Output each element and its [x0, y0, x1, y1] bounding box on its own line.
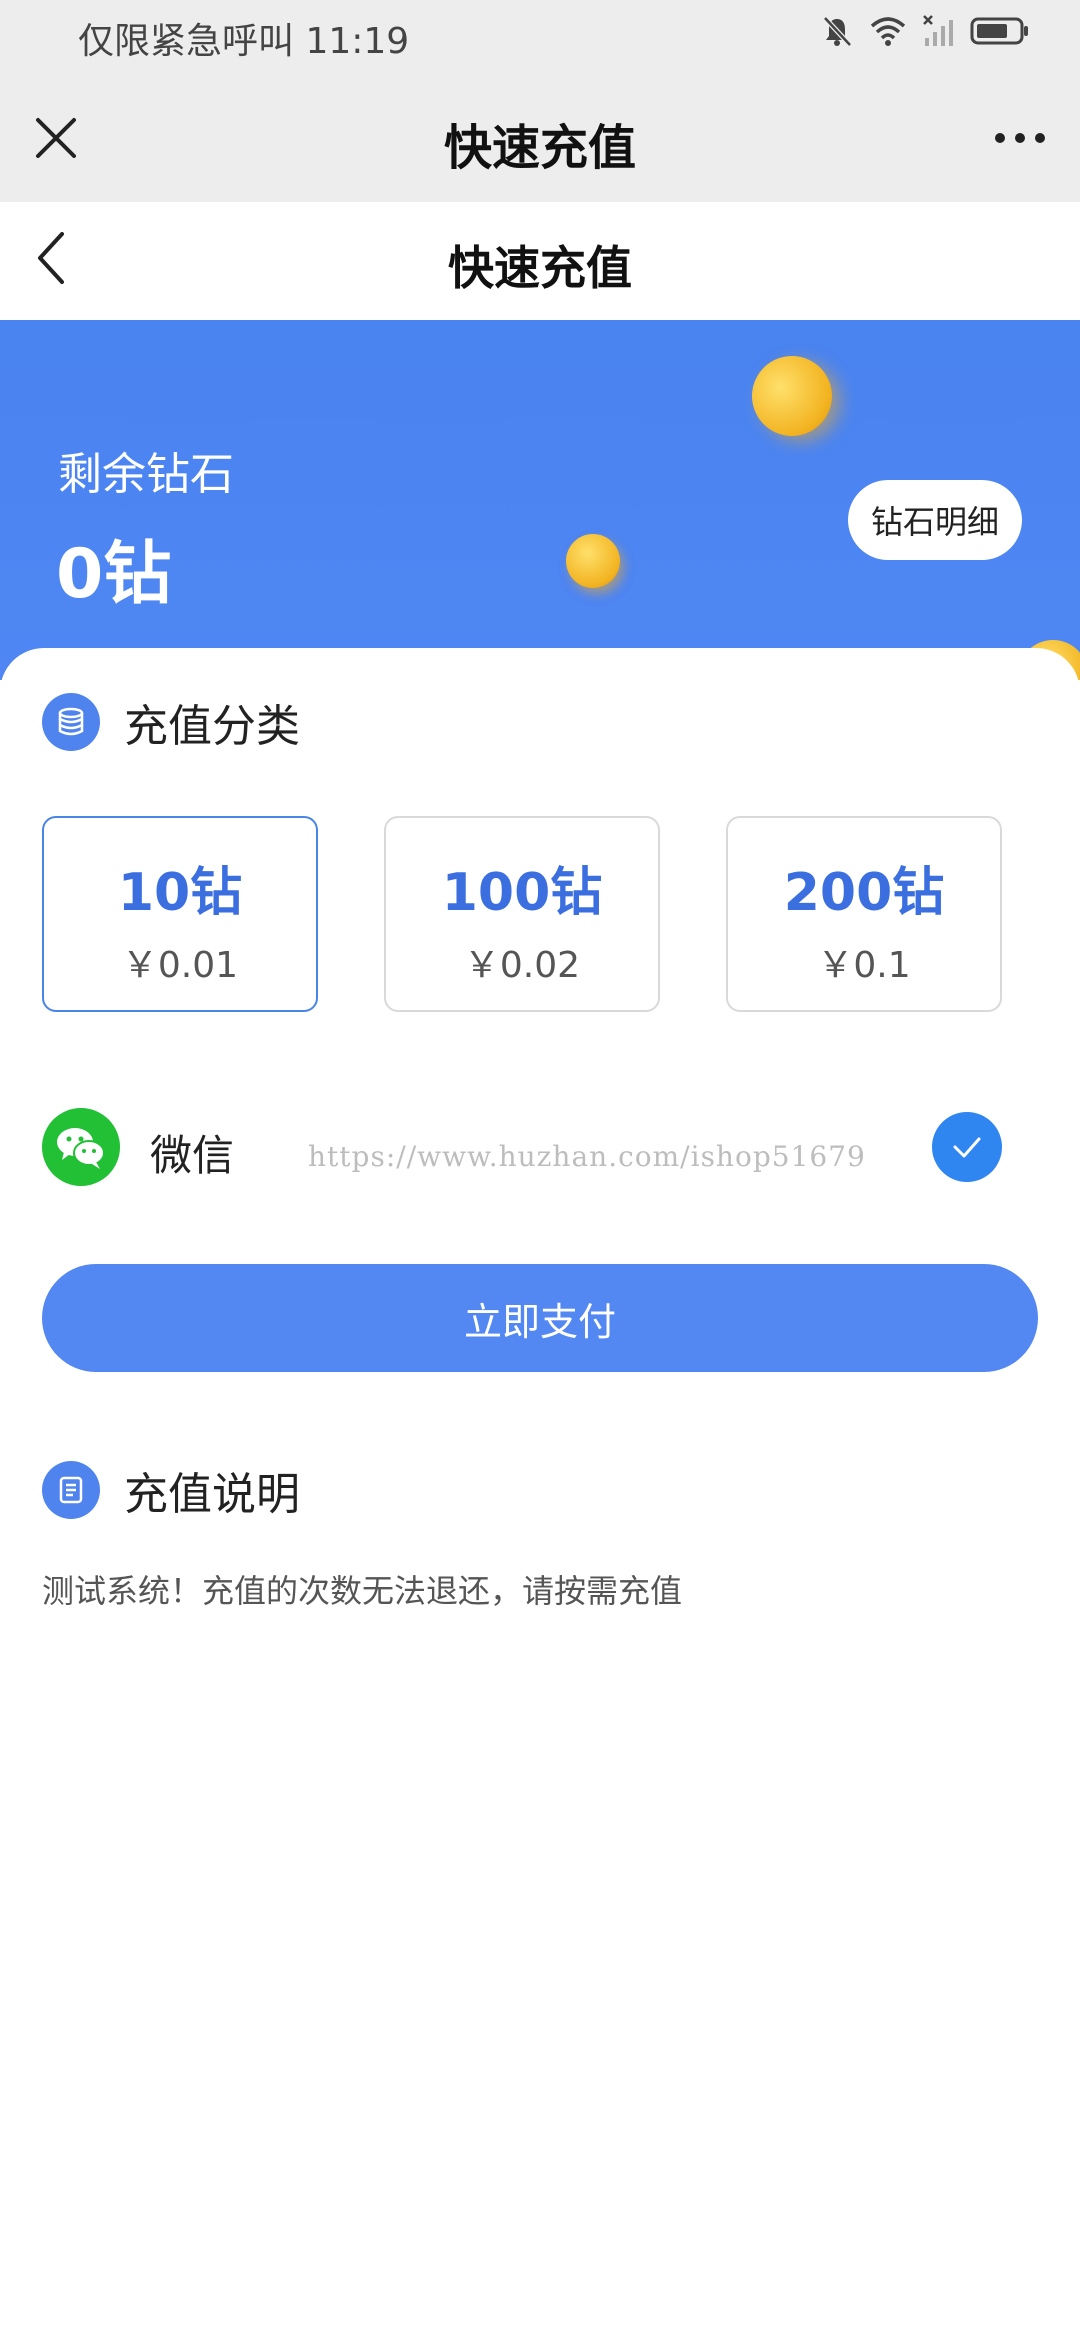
bell-muted-icon — [823, 16, 852, 47]
check-icon[interactable] — [932, 1112, 1002, 1182]
recharge-option[interactable]: 10钻 ￥0.01 — [42, 816, 318, 1012]
option-amount: 10钻 — [117, 863, 243, 923]
status-text: 仅限紧急呼叫 11:19 — [78, 21, 410, 62]
webview-top-bar: 快速充值 — [0, 72, 1080, 202]
diamond-detail-button[interactable]: 钻石明细 — [848, 480, 1022, 560]
balance-value: 0钻 — [56, 535, 172, 614]
payment-method-name: 微信 — [150, 1131, 235, 1180]
document-icon — [42, 1461, 100, 1519]
option-price: ￥0.02 — [463, 945, 581, 986]
option-price: ￥0.01 — [121, 945, 239, 986]
watermark-text: https://www.huzhan.com/ishop51679 — [308, 1140, 866, 1173]
recharge-option[interactable]: 200钻 ￥0.1 — [726, 816, 1002, 1012]
recharge-options: 10钻 ￥0.01 100钻 ￥0.02 200钻 ￥0.1 — [42, 816, 1002, 1016]
option-amount: 200钻 — [783, 863, 945, 923]
section-title: 充值分类 — [124, 701, 300, 752]
page-header: 快速充值 — [0, 202, 1080, 320]
balance-banner: 剩余钻石 0钻 钻石明细 — [0, 320, 1080, 680]
coin-decoration — [566, 534, 620, 588]
status-bar: 仅限紧急呼叫 11:19 — [0, 0, 1080, 72]
recharge-option[interactable]: 100钻 ￥0.02 — [384, 816, 660, 1012]
battery-icon — [970, 17, 1028, 45]
coin-stack-icon — [42, 693, 100, 751]
webview-title: 快速充值 — [443, 120, 636, 176]
balance-label: 剩余钻石 — [58, 449, 234, 500]
recharge-note-text: 测试系统！充值的次数无法退还，请按需充值 — [42, 1572, 683, 1610]
option-price: ￥0.1 — [817, 945, 911, 986]
pay-now-button[interactable]: 立即支付 — [42, 1264, 1038, 1372]
content-card: 充值分类 10钻 ￥0.01 100钻 ￥0.02 200钻 ￥0.1 微信 h… — [0, 648, 1080, 2340]
recharge-category-header: 充值分类 — [42, 690, 300, 754]
recharge-notes-header: 充值说明 — [42, 1458, 300, 1522]
option-amount: 100钻 — [441, 863, 603, 923]
wechat-icon — [42, 1108, 120, 1186]
page-title: 快速充值 — [448, 241, 632, 295]
signal-none-icon — [923, 15, 953, 46]
status-icons — [820, 14, 1030, 48]
wifi-icon — [870, 17, 906, 46]
section-title: 充值说明 — [124, 1469, 300, 1520]
coin-decoration — [740, 344, 844, 448]
more-icon[interactable] — [992, 112, 1048, 164]
